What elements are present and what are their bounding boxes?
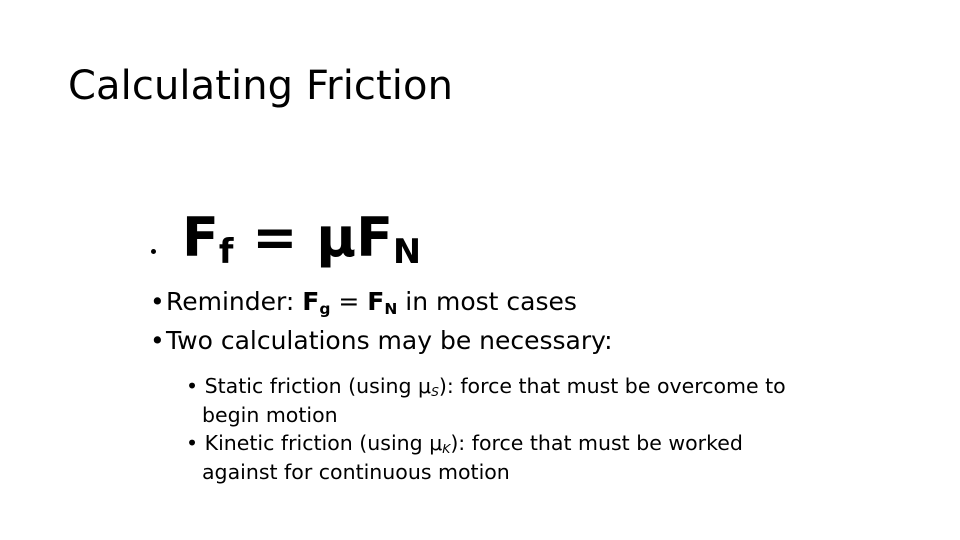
bullet-point-icon <box>151 249 156 254</box>
bullet-point-icon: • <box>150 326 165 355</box>
static-friction-mu-symbol: μ <box>418 374 432 398</box>
friction-formula: Ff = μFN <box>182 206 421 270</box>
kinetic-friction-mu-symbol: μ <box>429 431 443 455</box>
formula-bullet-item: Ff = μFN <box>0 206 960 282</box>
formula-mu-symbol: μ <box>316 206 357 269</box>
formula-operator: = <box>233 206 317 269</box>
kinetic-friction-prefix: Kinetic friction (using <box>204 431 430 455</box>
reminder-normal-subscript: N <box>384 299 398 318</box>
reminder-gravity-symbol: F <box>302 287 320 316</box>
reminder-normal-symbol: F <box>367 287 385 316</box>
static-friction-mu-subscript: S <box>431 384 439 399</box>
static-friction-prefix: Static friction (using <box>204 374 419 398</box>
list-item-two-calculations: • Two calculations may be necessary: <box>0 321 960 360</box>
reminder-prefix: Reminder: <box>166 287 303 316</box>
page-title: Calculating Friction <box>68 63 454 109</box>
slide: Calculating Friction Ff = μFN • Reminder:… <box>0 0 960 540</box>
formula-force-symbol: F <box>182 206 219 269</box>
formula-normal-force-subscript: N <box>392 232 421 272</box>
bullet-point-icon: • <box>186 431 199 455</box>
two-calculations-text: Two calculations may be necessary: <box>166 326 613 355</box>
slide-body: Ff = μFN • Reminder: Fg = FN in most case… <box>0 206 960 486</box>
reminder-gravity-subscript: g <box>319 299 331 318</box>
kinetic-friction-mu-subscript: K <box>442 441 451 456</box>
list-item-static-friction: • Static friction (using μS): force that… <box>186 372 802 429</box>
formula-normal-force-symbol: F <box>356 206 393 269</box>
reminder-equals: = <box>330 287 368 316</box>
list-item-reminder: • Reminder: Fg = FN in most cases <box>0 282 960 321</box>
sub-bullet-list: • Static friction (using μS): force that… <box>0 372 960 486</box>
bullet-point-icon: • <box>186 374 199 398</box>
reminder-suffix: in most cases <box>397 287 577 316</box>
formula-force-subscript: f <box>218 232 234 272</box>
bullet-point-icon: • <box>150 287 165 316</box>
list-item-kinetic-friction: • Kinetic friction (using μK): force tha… <box>186 429 802 486</box>
